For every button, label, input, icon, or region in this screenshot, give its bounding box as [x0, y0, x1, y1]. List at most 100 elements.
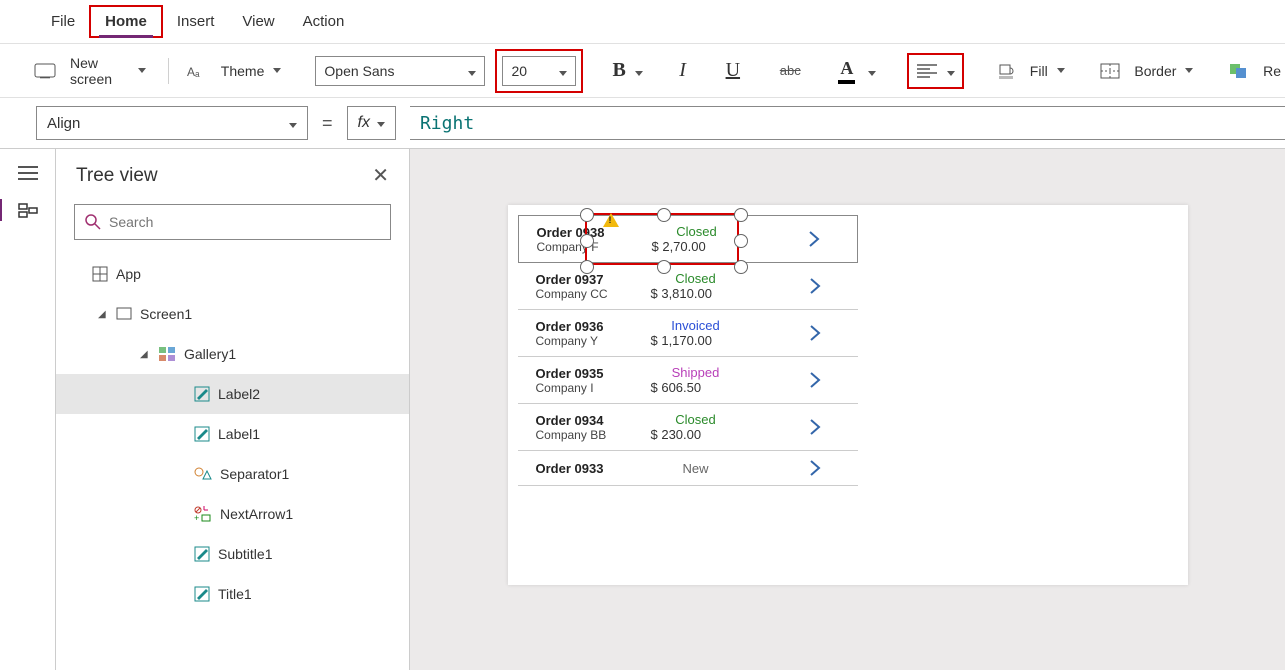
tree-node-label1[interactable]: Label1 [56, 414, 409, 454]
fx-icon: fx [358, 114, 370, 132]
italic-button[interactable]: I [675, 57, 690, 84]
border-icon [1100, 63, 1120, 79]
chevron-down-icon [865, 63, 876, 79]
italic-icon: I [679, 59, 686, 82]
font-size-value: 20 [511, 63, 527, 79]
tree-label: Label1 [218, 426, 260, 442]
hamburger-icon[interactable] [17, 165, 39, 181]
property-value: Align [47, 115, 80, 132]
fx-button[interactable]: fx [347, 106, 396, 140]
menu-home[interactable]: Home [89, 5, 163, 38]
canvas[interactable]: Order 0938 Company F Closed $ 2,70.00 Or… [410, 149, 1285, 670]
label-icon [194, 546, 210, 562]
next-arrow-icon[interactable] [808, 324, 848, 342]
tree-node-separator1[interactable]: Separator1 [56, 454, 409, 494]
gallery-icon [158, 346, 176, 362]
theme-button[interactable]: Theme [217, 61, 286, 81]
next-arrow-icon[interactable] [808, 459, 848, 477]
screen-icon [116, 307, 132, 321]
next-arrow-icon[interactable] [808, 418, 848, 436]
tree-node-label2[interactable]: Label2 [56, 374, 409, 414]
menu-view[interactable]: View [228, 7, 288, 36]
reorder-button[interactable]: Re [1259, 61, 1285, 81]
border-button[interactable]: Border [1130, 61, 1197, 81]
gallery-row[interactable]: Order 0935 Company I Shipped $ 606.50 [518, 357, 858, 404]
new-screen-icon [34, 63, 56, 79]
fill-icon [996, 62, 1016, 80]
order-id: Order 0934 [536, 413, 651, 428]
app-preview[interactable]: Order 0938 Company F Closed $ 2,70.00 Or… [508, 205, 1188, 585]
order-price: $ 606.50 [651, 380, 741, 395]
next-arrow-icon[interactable] [808, 277, 848, 295]
font-family-select[interactable]: Open Sans [315, 56, 485, 86]
order-status: New [651, 461, 741, 476]
label-icon [194, 386, 210, 402]
theme-icon: Aₐ [187, 63, 207, 79]
order-price: $ 1,170.00 [651, 333, 741, 348]
chevron-down-icon [556, 63, 567, 79]
property-select[interactable]: Align [36, 106, 308, 140]
align-icon [916, 63, 938, 79]
highlight-font-size: 20 [495, 49, 583, 93]
gallery-row[interactable]: Order 0937 Company CC Closed $ 3,810.00 [518, 263, 858, 310]
font-color-button[interactable]: A [836, 56, 880, 85]
left-rail [0, 149, 56, 670]
ribbon: New screen Aₐ Theme Open Sans 20 B I U a… [0, 44, 1285, 98]
order-status: Invoiced [651, 318, 741, 333]
order-company: Company BB [536, 428, 651, 442]
separator-icon [194, 467, 212, 481]
gallery-row[interactable]: Order 0933 New [518, 451, 858, 486]
tree-node-screen1[interactable]: ◢ Screen1 [56, 294, 409, 334]
tree-label: Separator1 [220, 466, 289, 482]
close-icon[interactable]: ✕ [372, 163, 389, 188]
tree-node-gallery1[interactable]: ◢ Gallery1 [56, 334, 409, 374]
tree-node-app[interactable]: App [56, 254, 409, 294]
order-id: Order 0936 [536, 319, 651, 334]
fill-button[interactable]: Fill [1026, 61, 1069, 81]
tree-node-nextarrow1[interactable]: + NextArrow1 [56, 494, 409, 534]
tree-node-subtitle1[interactable]: Subtitle1 [56, 534, 409, 574]
main-area: Tree view ✕ App ◢ Screen1 ◢ Galle [0, 148, 1285, 670]
resize-handle[interactable] [734, 234, 748, 248]
gallery-row[interactable]: Order 0934 Company BB Closed $ 230.00 [518, 404, 858, 451]
align-button[interactable] [912, 59, 959, 83]
underline-icon: U [726, 59, 740, 82]
order-company: Company CC [536, 287, 651, 301]
tree-search[interactable] [74, 204, 391, 240]
order-id: Order 0933 [536, 461, 651, 476]
gallery-row[interactable]: Order 0938 Company F Closed $ 2,70.00 [518, 215, 858, 263]
tree-view-title: Tree view [76, 165, 158, 187]
next-arrow-icon[interactable] [807, 230, 847, 248]
next-arrow-icon[interactable] [808, 371, 848, 389]
font-size-select[interactable]: 20 [502, 56, 576, 86]
order-status: Closed [651, 412, 741, 427]
tree-node-title1[interactable]: Title1 [56, 574, 409, 614]
gallery-row[interactable]: Order 0936 Company Y Invoiced $ 1,170.00 [518, 310, 858, 357]
reorder-icon [1229, 63, 1249, 79]
strike-button[interactable]: abc [776, 61, 805, 80]
search-input[interactable] [109, 214, 380, 230]
resize-handle[interactable] [580, 234, 594, 248]
menu-action[interactable]: Action [289, 7, 359, 36]
bold-button[interactable]: B [609, 57, 647, 84]
formula-input[interactable]: Right [410, 106, 1285, 140]
tree-label: Subtitle1 [218, 546, 272, 562]
svg-text:Aₐ: Aₐ [187, 65, 200, 79]
tree-panel: Tree view ✕ App ◢ Screen1 ◢ Galle [56, 149, 410, 670]
underline-button[interactable]: U [722, 57, 744, 84]
label-icon [194, 586, 210, 602]
resize-handle[interactable] [657, 208, 671, 222]
highlight-align [907, 53, 964, 89]
menu-bar: File Home Insert View Action [0, 0, 1285, 44]
search-icon [85, 214, 101, 230]
gallery[interactable]: Order 0938 Company F Closed $ 2,70.00 Or… [518, 205, 858, 486]
app-icon [92, 266, 108, 282]
new-screen-button[interactable]: New screen [66, 53, 150, 89]
tree-label: App [116, 266, 141, 282]
menu-file[interactable]: File [37, 7, 89, 36]
resize-handle[interactable] [580, 208, 594, 222]
nextarrow-icon: + [194, 506, 212, 522]
menu-insert[interactable]: Insert [163, 7, 229, 36]
tree-view-rail-icon[interactable] [17, 201, 39, 219]
resize-handle[interactable] [734, 208, 748, 222]
